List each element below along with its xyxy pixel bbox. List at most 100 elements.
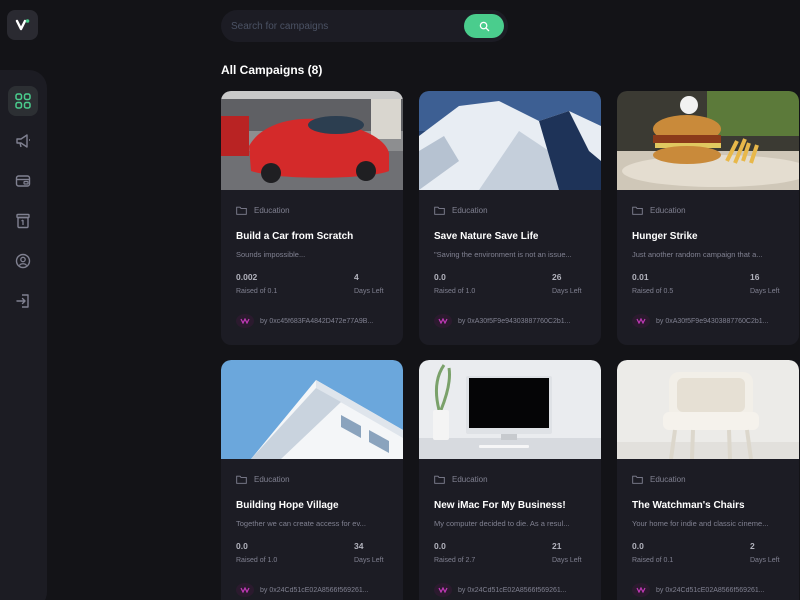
section-title: All Campaigns (8)	[221, 63, 323, 77]
folder-icon	[236, 206, 247, 215]
days-left-value: 21	[552, 541, 562, 551]
raised-amount: 0.0	[632, 541, 644, 551]
owner-address: by 0x24Cd51cE02A8566f569261...	[260, 586, 369, 594]
logo-mark-icon	[15, 19, 29, 31]
owner-logo-icon	[240, 318, 250, 324]
raised-label: Raised of 2.7	[434, 557, 476, 564]
campaign-category: Education	[434, 475, 488, 484]
campaign-category: Education	[434, 206, 488, 215]
folder-icon	[632, 206, 643, 215]
campaign-description: My computer decided to die. As a resul..…	[434, 519, 570, 528]
campaign-owner: by 0x24Cd51cE02A8566f569261...	[632, 583, 792, 597]
campaign-description: Together we can create access for ev...	[236, 519, 366, 528]
campaign-category: Education	[632, 475, 686, 484]
raised-amount: 0.002	[236, 272, 258, 282]
campaign-owner: by 0xc45f683FA4842D472e77A9B...	[236, 314, 396, 328]
days-left-label: Days Left	[354, 288, 384, 295]
category-label: Education	[254, 475, 290, 484]
days-left-value: 26	[552, 272, 562, 282]
campaign-title: Building Hope Village	[236, 500, 339, 511]
search-bar	[221, 10, 508, 42]
sidebar-item-withdraw[interactable]	[8, 206, 38, 236]
campaign-card[interactable]: Education The Watchman's Chairs Your hom…	[617, 360, 799, 600]
owner-logo-icon	[438, 587, 448, 593]
campaign-card[interactable]: Education Hunger Strike Just another ran…	[617, 91, 799, 345]
dashboard-icon	[15, 93, 31, 109]
owner-address: by 0x24Cd51cE02A8566f569261...	[656, 586, 765, 594]
campaign-owner: by 0x24Cd51cE02A8566f569261...	[434, 583, 594, 597]
profile-icon	[15, 253, 31, 269]
campaign-thumbnail	[419, 91, 601, 190]
sidebar-item-logout[interactable]	[8, 286, 38, 316]
raised-label: Raised of 1.0	[236, 557, 278, 564]
days-left-label: Days Left	[552, 288, 582, 295]
raised-amount: 0.01	[632, 272, 649, 282]
sidebar-item-payment[interactable]	[8, 166, 38, 196]
app-logo[interactable]	[7, 10, 38, 40]
campaign-title: Save Nature Save Life	[434, 231, 539, 242]
folder-icon	[434, 206, 445, 215]
owner-address: by 0xA30f5F9e94303887760C2b1...	[656, 317, 769, 325]
campaign-title: The Watchman's Chairs	[632, 500, 745, 511]
owner-avatar	[632, 314, 650, 328]
campaign-description: Sounds impossible...	[236, 250, 306, 259]
sidebar-item-campaigns[interactable]	[8, 126, 38, 156]
days-left-label: Days Left	[552, 557, 582, 564]
owner-avatar	[434, 314, 452, 328]
owner-avatar	[434, 583, 452, 597]
owner-logo-icon	[636, 318, 646, 324]
raised-amount: 0.0	[236, 541, 248, 551]
owner-logo-icon	[240, 587, 250, 593]
days-left-value: 4	[354, 272, 359, 282]
sidebar-item-dashboard[interactable]	[8, 86, 38, 116]
raised-label: Raised of 0.1	[236, 288, 278, 295]
owner-address: by 0x24Cd51cE02A8566f569261...	[458, 586, 567, 594]
search-input[interactable]	[231, 18, 461, 34]
sidebar-item-profile[interactable]	[8, 246, 38, 276]
folder-icon	[434, 475, 445, 484]
campaign-description: "Saving the environment is not an issue.…	[434, 250, 572, 259]
search-icon	[479, 21, 489, 31]
campaign-card[interactable]: Education Save Nature Save Life "Saving …	[419, 91, 601, 345]
campaign-description: Just another random campaign that a...	[632, 250, 763, 259]
owner-avatar	[236, 314, 254, 328]
owner-address: by 0xA30f5F9e94303887760C2b1...	[458, 317, 571, 325]
campaign-owner: by 0xA30f5F9e94303887760C2b1...	[434, 314, 594, 328]
campaign-card[interactable]: Education Building Hope Village Together…	[221, 360, 403, 600]
owner-logo-icon	[636, 587, 646, 593]
days-left-label: Days Left	[750, 557, 780, 564]
campaign-title: Build a Car from Scratch	[236, 231, 354, 242]
megaphone-icon	[16, 134, 30, 148]
owner-avatar	[632, 583, 650, 597]
campaign-title: Hunger Strike	[632, 231, 698, 242]
campaign-thumbnail	[221, 91, 403, 190]
days-left-label: Days Left	[354, 557, 384, 564]
days-left-value: 2	[750, 541, 755, 551]
raised-amount: 0.0	[434, 541, 446, 551]
raised-amount: 0.0	[434, 272, 446, 282]
sidebar	[0, 70, 47, 600]
campaign-description: Your home for indie and classic cineme..…	[632, 519, 769, 528]
campaign-owner: by 0xA30f5F9e94303887760C2b1...	[632, 314, 792, 328]
category-label: Education	[452, 475, 488, 484]
payment-icon	[15, 175, 31, 187]
search-button[interactable]	[464, 14, 504, 38]
owner-address: by 0xc45f683FA4842D472e77A9B...	[260, 317, 374, 325]
owner-avatar	[236, 583, 254, 597]
days-left-value: 34	[354, 541, 364, 551]
campaign-title: New iMac For My Business!	[434, 500, 566, 511]
campaign-category: Education	[236, 475, 290, 484]
campaign-owner: by 0x24Cd51cE02A8566f569261...	[236, 583, 396, 597]
category-label: Education	[650, 475, 686, 484]
campaign-thumbnail	[419, 360, 601, 459]
category-label: Education	[254, 206, 290, 215]
campaign-category: Education	[632, 206, 686, 215]
campaign-thumbnail	[617, 91, 799, 190]
campaign-card[interactable]: Education Build a Car from Scratch Sound…	[221, 91, 403, 345]
owner-logo-icon	[438, 318, 448, 324]
campaign-thumbnail	[221, 360, 403, 459]
campaign-card[interactable]: Education New iMac For My Business! My c…	[419, 360, 601, 600]
campaign-thumbnail	[617, 360, 799, 459]
logout-icon	[16, 294, 29, 308]
withdraw-icon	[16, 213, 30, 229]
